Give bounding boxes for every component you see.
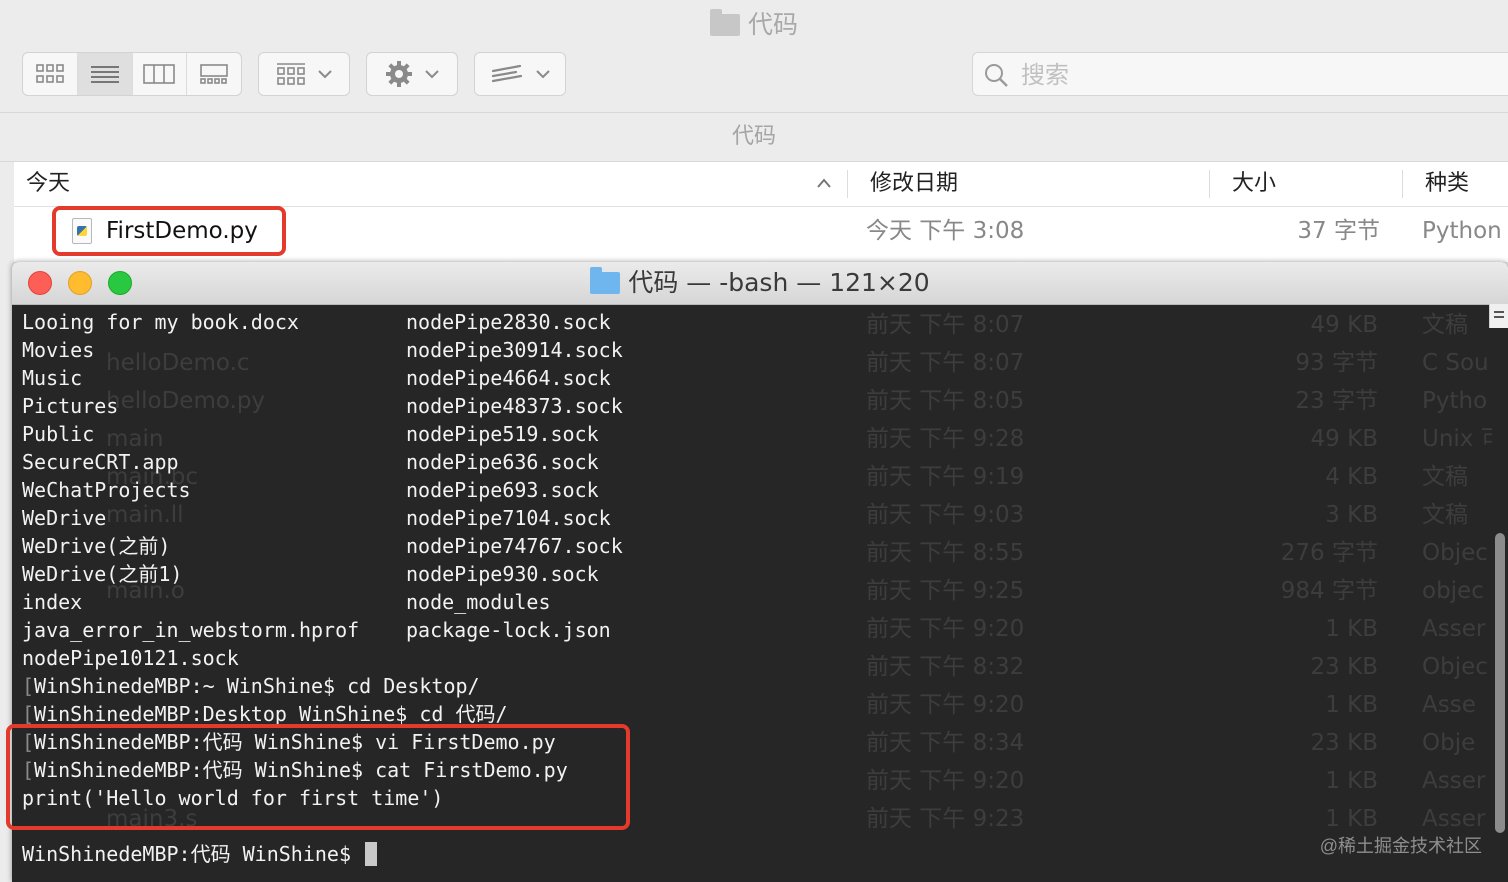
listing-entry: package-lock.json [406,618,611,642]
tags-button[interactable] [474,52,566,96]
search-icon [985,64,1008,87]
listing-entry: nodePipe74767.sock [406,534,623,558]
column-header-name[interactable]: 今天 [26,162,70,206]
listing-line: Pictures nodePipe48373.sock [22,392,1482,420]
arrange-grid-icon [277,63,305,85]
highlight-commands-box [6,724,630,830]
listing-line: WeDrive nodePipe7104.sock [22,504,1482,532]
listing-line: WeDrive(之前) nodePipe74767.sock [22,532,1482,560]
terminal-title: 代码 — -bash — 121×20 [12,262,1508,304]
group-by-button[interactable] [258,52,350,96]
finder-window-title: 代码 [0,0,1508,50]
column-divider[interactable] [1402,170,1403,198]
listing-line: Movies nodePipe30914.sock [22,336,1482,364]
chevron-down-icon [536,70,550,79]
listing-entry: nodePipe930.sock [406,562,599,586]
list-view-icon [90,66,119,83]
folder-icon [590,267,621,294]
listing-entry: nodePipe636.sock [406,450,599,474]
listing-entry: nodePipe48373.sock [406,394,623,418]
watermark: @稀土掘金技术社区 [1319,836,1482,856]
highlight-file-box [52,206,286,256]
column-divider[interactable] [847,170,848,198]
listing-entry: WeDrive [22,506,107,530]
listing-entry: Public [22,422,95,446]
listing-entry: nodePipe519.sock [406,422,599,446]
path-bar-label: 代码 [731,124,776,149]
listing-line: nodePipe10121.sock [22,644,1482,672]
file-date: 今天 下午 3:08 [866,218,1025,244]
file-size: 37 字节 [1297,218,1380,244]
chevron-down-icon [425,70,439,79]
listing-entry: java_error_in_webstorm.hprof [22,618,360,642]
icon-view-icon [36,64,64,83]
listing-entry: Pictures [22,394,119,418]
action-menu-button[interactable] [366,52,458,96]
listing-line: WeChatProjects nodePipe693.sock [22,476,1482,504]
listing-entry: node_modules [406,590,551,614]
column-view-icon [143,64,176,84]
text-cursor [365,842,378,866]
listing-entry: nodePipe2830.sock [406,310,611,334]
listing-entry: Movies [22,338,95,362]
view-mode-control [22,52,242,96]
file-kind: Python [1422,218,1502,244]
column-divider[interactable] [1209,170,1210,198]
listing-entry: nodePipe30914.sock [406,338,623,362]
listing-entry: index [22,590,83,614]
scrollbar-thumb[interactable] [1495,533,1505,833]
listing-entry: nodePipe7104.sock [406,506,611,530]
column-header-date[interactable]: 修改日期 [870,162,958,206]
listing-entry: nodePipe10121.sock [22,646,239,670]
listing-entry: WeDrive(之前) [22,534,171,558]
tag-icon [491,64,523,83]
list-view-button[interactable] [77,53,133,95]
column-header-size[interactable]: 大小 [1232,162,1276,206]
chevron-down-icon [318,70,332,79]
icon-view-button[interactable] [23,53,78,95]
finder-toolbar: 搜索 [0,50,1508,112]
gallery-view-icon [200,64,228,84]
listing-line: WeDrive(之前1) nodePipe930.sock [22,560,1482,588]
folder-icon [709,9,740,36]
scrollbar[interactable] [1492,328,1508,882]
listing-line: Public nodePipe519.sock [22,420,1482,448]
listing-entry: SecureCRT.app [22,450,179,474]
listing-line: SecureCRT.app nodePipe636.sock [22,448,1482,476]
gear-icon [386,61,412,87]
column-view-button[interactable] [133,53,188,95]
listing-entry: WeChatProjects [22,478,191,502]
listing-line: Looing for my book.docx nodePipe2830.sock [22,308,1482,336]
command-line: [WinShinedeMBP:~ WinShine$ cd Desktop/ [22,674,480,698]
list-header: 今天 修改日期 大小 种类 [14,162,1508,207]
listing-entry: Music [22,366,83,390]
listing-entry: nodePipe693.sock [406,478,599,502]
prompt-line[interactable]: WinShinedeMBP:代码 WinShine$ [22,840,1482,868]
listing-entry: Looing for my book.docx [22,310,299,334]
listing-line: Music nodePipe4664.sock [22,364,1482,392]
column-header-kind[interactable]: 种类 [1425,162,1469,206]
listing-entry: WeDrive(之前1) [22,562,183,586]
sidebar-toggle-icon[interactable] [1489,304,1508,328]
listing-entry: nodePipe4664.sock [406,366,611,390]
gallery-view-button[interactable] [187,53,241,95]
terminal-titlebar[interactable]: 代码 — -bash — 121×20 [12,262,1508,305]
listing-line: java_error_in_webstorm.hprof package-lock… [22,616,1482,644]
sort-ascending-icon[interactable] [816,177,832,189]
directory-listing: Looing for my book.docx nodePipe2830.sock… [22,308,1482,672]
search-placeholder: 搜索 [1021,61,1069,89]
search-field[interactable]: 搜索 [972,52,1508,96]
listing-line: index node_modules [22,588,1482,616]
path-bar: 代码 [0,112,1508,162]
